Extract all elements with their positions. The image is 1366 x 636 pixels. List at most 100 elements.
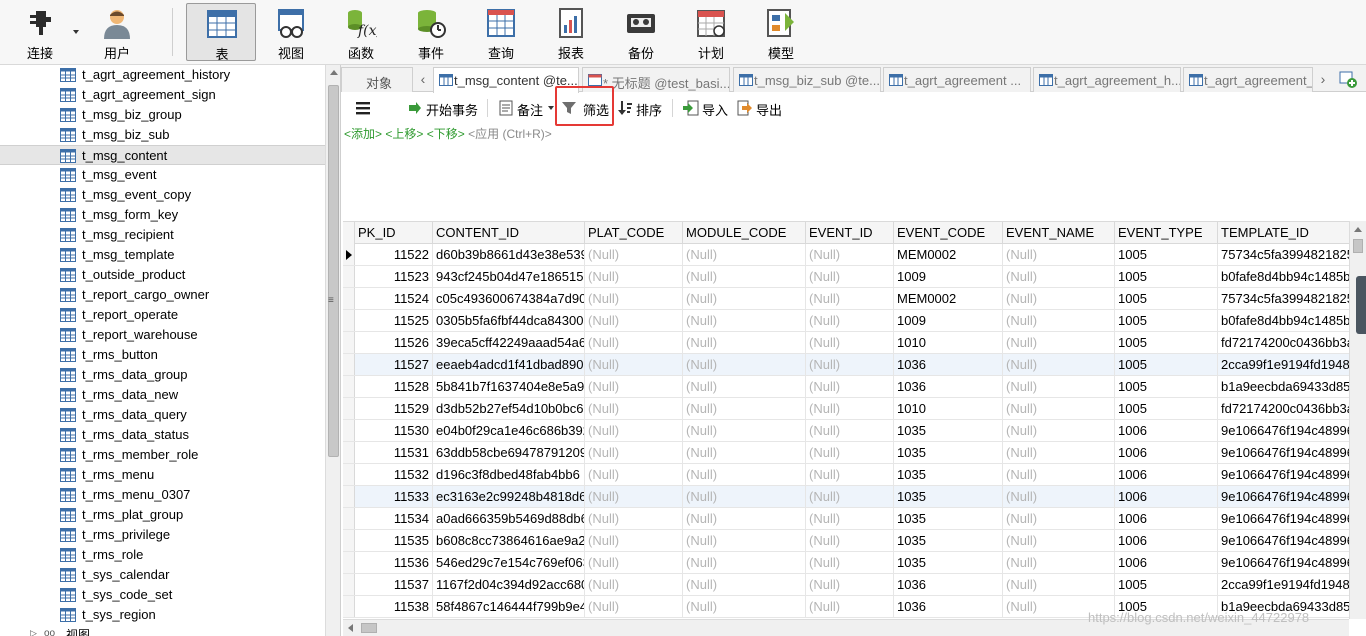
- table-cell[interactable]: 63ddb58cbe694787912090: [433, 442, 585, 463]
- table-cell[interactable]: 11524: [355, 288, 433, 309]
- filter-apply-link[interactable]: <应用 (Ctrl+R)>: [468, 127, 552, 141]
- table-cell[interactable]: (Null): [683, 596, 806, 617]
- table-cell[interactable]: 9e1066476f194c48996ad: [1218, 464, 1364, 485]
- table-button[interactable]: 表: [186, 3, 256, 62]
- table-cell[interactable]: b608c8cc73864616ae9a2: [433, 530, 585, 551]
- table-cell[interactable]: (Null): [683, 530, 806, 551]
- table-cell[interactable]: (Null): [806, 332, 894, 353]
- table-cell[interactable]: (Null): [585, 354, 683, 375]
- table-cell[interactable]: 9e1066476f194c48996ad: [1218, 552, 1364, 573]
- table-cell[interactable]: (Null): [1003, 442, 1115, 463]
- table-cell[interactable]: (Null): [806, 574, 894, 595]
- table-cell[interactable]: 0305b5fa6fbf44dca84300: [433, 310, 585, 331]
- table-row[interactable]: 11537 1167f2d04c394d92acc680 (Null) (Null)(…: [343, 574, 1364, 596]
- scroll-left-icon[interactable]: [348, 624, 353, 632]
- tree-item-table[interactable]: t_rms_member_role: [0, 445, 325, 465]
- row-marker[interactable]: [343, 596, 355, 617]
- row-marker[interactable]: [343, 332, 355, 353]
- table-cell[interactable]: (Null): [585, 464, 683, 485]
- column-header[interactable]: CONTENT_ID: [433, 222, 585, 244]
- table-cell[interactable]: (Null): [806, 552, 894, 573]
- tree-item-table[interactable]: t_rms_privilege: [0, 525, 325, 545]
- table-cell[interactable]: (Null): [806, 596, 894, 617]
- tree-item-table[interactable]: t_rms_data_new: [0, 385, 325, 405]
- filter-move-up-link[interactable]: <上移>: [385, 127, 423, 141]
- column-header[interactable]: EVENT_NAME: [1003, 222, 1115, 244]
- table-cell[interactable]: 11536: [355, 552, 433, 573]
- table-cell[interactable]: 9e1066476f194c48996ad: [1218, 442, 1364, 463]
- table-cell[interactable]: (Null): [683, 442, 806, 463]
- table-cell[interactable]: (Null): [585, 376, 683, 397]
- table-cell[interactable]: 75734c5fa39948218252c: [1218, 244, 1364, 265]
- table-cell[interactable]: (Null): [585, 596, 683, 617]
- filter-move-down-link[interactable]: <下移>: [427, 127, 465, 141]
- connect-button[interactable]: 连接: [8, 3, 72, 61]
- table-cell[interactable]: 11535: [355, 530, 433, 551]
- row-marker[interactable]: [343, 398, 355, 419]
- user-button[interactable]: 用户: [85, 3, 149, 61]
- table-cell[interactable]: (Null): [1003, 288, 1115, 309]
- table-cell[interactable]: (Null): [585, 288, 683, 309]
- table-cell[interactable]: 11522: [355, 244, 433, 265]
- table-cell[interactable]: (Null): [585, 398, 683, 419]
- schedule-button[interactable]: 计划: [679, 3, 743, 61]
- table-row[interactable]: 11525 0305b5fa6fbf44dca84300 (Null) (Null)(…: [343, 310, 1364, 332]
- table-cell[interactable]: (Null): [683, 332, 806, 353]
- table-cell[interactable]: (Null): [1003, 398, 1115, 419]
- table-row[interactable]: 11535 b608c8cc73864616ae9a2 (Null) (Null) (N…: [343, 530, 1364, 552]
- tree-item-table[interactable]: t_rms_role: [0, 545, 325, 565]
- tab-t-agrt-agreement[interactable]: t_agrt_agreement ...: [883, 67, 1031, 92]
- table-cell[interactable]: (Null): [806, 464, 894, 485]
- table-cell[interactable]: (Null): [683, 244, 806, 265]
- table-cell[interactable]: MEM0002: [894, 244, 1003, 265]
- tree-item-table[interactable]: t_msg_recipient: [0, 225, 325, 245]
- table-cell[interactable]: 1036: [894, 376, 1003, 397]
- tab-scroll-left-icon[interactable]: ‹: [416, 69, 430, 89]
- table-cell[interactable]: ec3163e2c99248b4818d6: [433, 486, 585, 507]
- tree-item-table[interactable]: t_report_warehouse: [0, 325, 325, 345]
- tree-item-table[interactable]: t_sys_calendar: [0, 565, 325, 585]
- table-cell[interactable]: (Null): [806, 310, 894, 331]
- tree-item-table[interactable]: t_msg_template: [0, 245, 325, 265]
- row-marker[interactable]: [343, 420, 355, 441]
- table-cell[interactable]: (Null): [806, 244, 894, 265]
- tree-item-table[interactable]: t_report_cargo_owner: [0, 285, 325, 305]
- table-cell[interactable]: (Null): [683, 552, 806, 573]
- table-cell[interactable]: 1005: [1115, 376, 1218, 397]
- row-marker[interactable]: [343, 574, 355, 595]
- table-cell[interactable]: d3db52b27ef54d10b0bc6: [433, 398, 585, 419]
- table-cell[interactable]: 1036: [894, 596, 1003, 617]
- column-header[interactable]: EVENT_CODE: [894, 222, 1003, 244]
- table-cell[interactable]: (Null): [683, 464, 806, 485]
- table-cell[interactable]: 11534: [355, 508, 433, 529]
- table-cell[interactable]: 75734c5fa39948218252c: [1218, 288, 1364, 309]
- tree-item-table[interactable]: t_msg_form_key: [0, 205, 325, 225]
- table-cell[interactable]: (Null): [1003, 552, 1115, 573]
- scrollbar-thumb[interactable]: [1353, 239, 1363, 253]
- table-cell[interactable]: 1035: [894, 464, 1003, 485]
- table-cell[interactable]: 5b841b7f1637404e8e5a9: [433, 376, 585, 397]
- table-cell[interactable]: 1005: [1115, 310, 1218, 331]
- table-cell[interactable]: 1035: [894, 442, 1003, 463]
- table-cell[interactable]: (Null): [1003, 574, 1115, 595]
- table-cell[interactable]: 943cf245b04d47e186515: [433, 266, 585, 287]
- tree-item-table[interactable]: t_rms_button: [0, 345, 325, 365]
- table-cell[interactable]: (Null): [1003, 508, 1115, 529]
- column-header[interactable]: EVENT_ID: [806, 222, 894, 244]
- table-cell[interactable]: (Null): [683, 354, 806, 375]
- connect-dropdown-icon[interactable]: [73, 30, 79, 34]
- expand-arrow-icon[interactable]: ▷: [30, 628, 37, 636]
- model-button[interactable]: 模型: [749, 3, 813, 61]
- row-marker[interactable]: [343, 508, 355, 529]
- row-marker[interactable]: [343, 288, 355, 309]
- tree-item-table[interactable]: t_sys_code_set: [0, 585, 325, 605]
- table-cell[interactable]: 1009: [894, 266, 1003, 287]
- table-cell[interactable]: (Null): [683, 288, 806, 309]
- table-row[interactable]: 11524 c05c493600674384a7d90 (Null) (Null) (N…: [343, 288, 1364, 310]
- table-cell[interactable]: 1036: [894, 574, 1003, 595]
- column-header[interactable]: PK_ID: [355, 222, 433, 244]
- row-marker[interactable]: [343, 266, 355, 287]
- tab-t-msg-biz-sub[interactable]: t_msg_biz_sub @te...: [733, 67, 881, 92]
- table-cell[interactable]: 1010: [894, 332, 1003, 353]
- table-cell[interactable]: 1006: [1115, 486, 1218, 507]
